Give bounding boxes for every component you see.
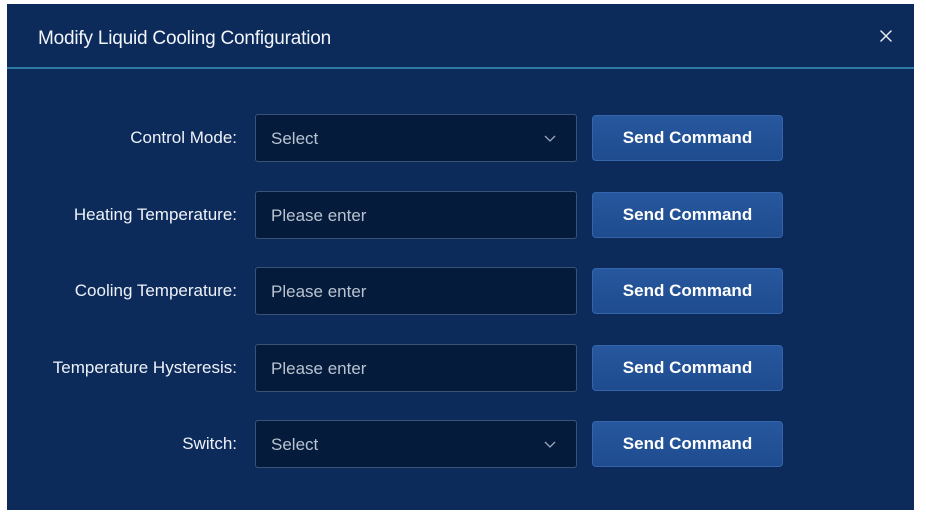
cooling-temperature-placeholder: Please enter xyxy=(271,282,367,301)
liquid-cooling-dialog: Modify Liquid Cooling Configuration Cont… xyxy=(7,4,914,510)
temperature-hysteresis-label: Temperature Hysteresis: xyxy=(52,358,237,377)
dialog-title: Modify Liquid Cooling Configuration xyxy=(38,28,331,49)
close-icon[interactable] xyxy=(872,22,900,50)
cooling-temperature-input[interactable]: Please enter xyxy=(255,267,577,315)
heating-temperature-row: Heating Temperature: Please enter Send C… xyxy=(7,191,914,241)
switch-placeholder: Select xyxy=(271,435,319,454)
heating-temperature-input[interactable]: Please enter xyxy=(255,191,577,239)
close-button[interactable] xyxy=(872,22,900,50)
heating-temperature-send-button[interactable]: Send Command xyxy=(592,192,783,238)
dialog-header: Modify Liquid Cooling Configuration xyxy=(7,4,914,69)
control-mode-send-button[interactable]: Send Command xyxy=(592,115,783,161)
control-mode-row: Control Mode: Select Send Command xyxy=(7,114,914,164)
switch-label: Switch: xyxy=(182,434,237,453)
control-mode-placeholder: Select xyxy=(271,129,319,148)
control-mode-select[interactable]: Select xyxy=(255,114,577,162)
heating-temperature-placeholder: Please enter xyxy=(271,206,367,225)
switch-row: Switch: Select Send Command xyxy=(7,420,914,470)
control-mode-label: Control Mode: xyxy=(130,128,237,147)
cooling-temperature-send-button[interactable]: Send Command xyxy=(592,268,783,314)
temperature-hysteresis-row: Temperature Hysteresis: Please enter Sen… xyxy=(7,344,914,394)
temperature-hysteresis-send-button[interactable]: Send Command xyxy=(592,345,783,391)
switch-select[interactable]: Select xyxy=(255,420,577,468)
chevron-down-icon xyxy=(544,135,556,142)
temperature-hysteresis-input[interactable]: Please enter xyxy=(255,344,577,392)
cooling-temperature-row: Cooling Temperature: Please enter Send C… xyxy=(7,267,914,317)
cooling-temperature-label: Cooling Temperature: xyxy=(74,281,237,300)
temperature-hysteresis-placeholder: Please enter xyxy=(271,359,367,378)
heating-temperature-label: Heating Temperature: xyxy=(73,205,237,224)
switch-send-button[interactable]: Send Command xyxy=(592,421,783,467)
chevron-down-icon xyxy=(544,441,556,448)
